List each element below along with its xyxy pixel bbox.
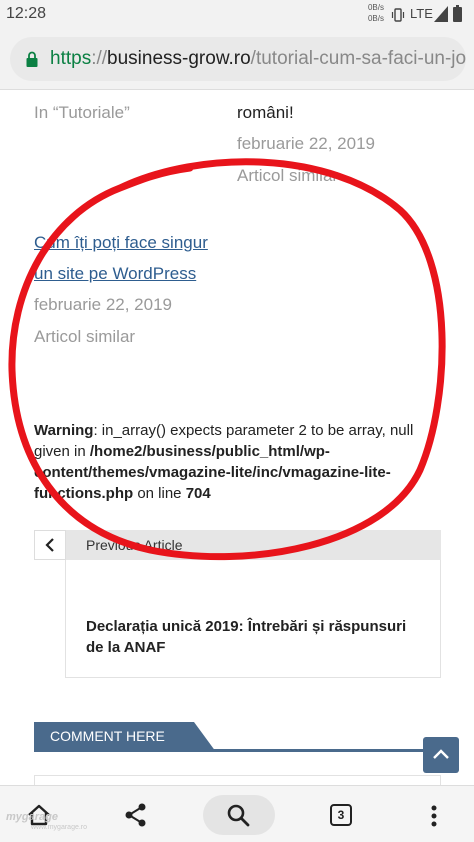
- related-post-date: februarie 22, 2019: [34, 295, 172, 314]
- related-post-label: Articol similar: [34, 327, 136, 346]
- url-path: /tutorial-cum-sa-faci-un-jo: [250, 48, 466, 69]
- warning-label: Warning: [34, 422, 94, 439]
- previous-arrow-button[interactable]: [34, 530, 66, 560]
- browser-bottom-toolbar: 3: [0, 785, 474, 842]
- network-type: LTE: [410, 6, 433, 21]
- related-date: februarie 22, 2019: [237, 134, 375, 153]
- url-scheme: https: [50, 48, 92, 69]
- related-category: In “Tutoriale”: [34, 103, 130, 122]
- related-title-tail[interactable]: români!: [237, 103, 294, 123]
- warning-line-number: 704: [185, 485, 211, 502]
- previous-article-card[interactable]: Declarația unică 2019: Întrebări și răsp…: [65, 560, 441, 678]
- status-time: 12:28: [6, 5, 47, 22]
- url-host: business-grow.ro: [107, 48, 251, 69]
- signal-icon: [434, 6, 448, 22]
- related-post-title-line2[interactable]: un site pe WordPress: [34, 258, 208, 289]
- related-post-title-line1[interactable]: Cum îți poți face singur: [34, 227, 208, 258]
- web-page: In “Tutoriale” români! februarie 22, 201…: [0, 91, 474, 785]
- previous-article-nav[interactable]: Previous Article: [34, 530, 441, 560]
- previous-article-label: Previous Article: [86, 537, 183, 553]
- lock-icon: [26, 51, 38, 67]
- share-icon[interactable]: [122, 801, 150, 829]
- comment-header-notch: [194, 722, 216, 752]
- address-bar[interactable]: https://business-grow.ro/tutorial-cum-sa…: [10, 37, 466, 81]
- url-separator: ://: [91, 48, 108, 69]
- scroll-to-top-button[interactable]: [423, 737, 459, 773]
- more-menu-icon[interactable]: [430, 804, 438, 828]
- network-speed: 0B/s 0B/s: [352, 2, 384, 24]
- net-speed-up: 0B/s: [367, 3, 384, 12]
- url-text: https://business-grow.ro/tutorial-cum-sa…: [50, 48, 466, 70]
- comment-header-tab: COMMENT HERE: [34, 722, 194, 752]
- battery-icon: [453, 5, 462, 22]
- related-post-link[interactable]: Cum îți poți face singur un site pe Word…: [34, 227, 208, 289]
- related-label: Articol similar: [237, 166, 339, 185]
- chevron-left-icon: [45, 538, 54, 552]
- tab-switcher-button[interactable]: 3: [330, 804, 352, 826]
- chevron-up-icon: [433, 749, 449, 759]
- status-bar: 12:28 0B/s 0B/s LTE: [0, 0, 474, 30]
- search-button[interactable]: [203, 795, 275, 835]
- comment-section-header: COMMENT HERE: [34, 722, 424, 752]
- vibrate-icon: [391, 8, 405, 22]
- previous-article-title[interactable]: Declarația unică 2019: Întrebări și răsp…: [86, 616, 426, 658]
- php-warning: Warning: in_array() expects parameter 2 …: [34, 420, 424, 504]
- search-icon: [227, 804, 250, 827]
- comment-form[interactable]: [34, 775, 441, 785]
- watermark-logo: mygarage: [6, 811, 58, 823]
- warning-text-line: on line: [133, 485, 186, 502]
- net-speed-down: 0B/s: [367, 14, 384, 23]
- watermark-url: www.mygarage.ro: [31, 824, 88, 831]
- comment-header-label: COMMENT HERE: [50, 728, 165, 744]
- browser-toolbar: https://business-grow.ro/tutorial-cum-sa…: [0, 30, 474, 90]
